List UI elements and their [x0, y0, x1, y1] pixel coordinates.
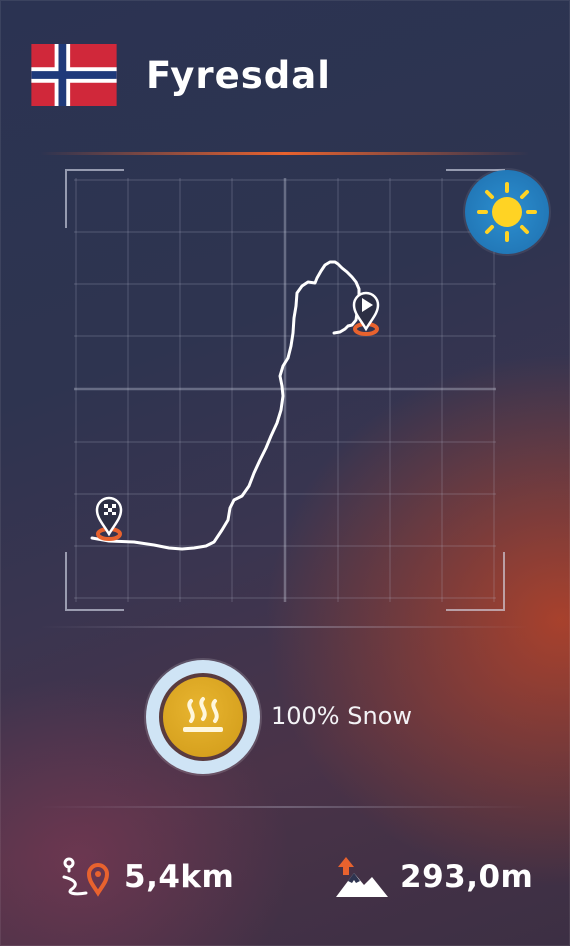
route-map [65, 169, 505, 611]
surface-label: 100% Snow [271, 702, 412, 730]
elevation-value: 293,0m [400, 859, 534, 895]
distance-value: 5,4km [124, 859, 235, 895]
route-start-marker[interactable] [95, 496, 123, 541]
track-header: Fyresdal [22, 44, 331, 106]
map-divider [40, 626, 530, 628]
map-axes [74, 178, 496, 602]
surface-badge [146, 660, 260, 774]
norway-flag-icon [31, 44, 117, 106]
elevation-stat: 293,0m [334, 852, 533, 902]
sun-icon [477, 182, 537, 242]
route-line [90, 260, 361, 551]
stats-divider [40, 806, 530, 808]
elevation-gain-icon [336, 857, 388, 897]
route-distance-icon [62, 857, 110, 897]
distance-stat: 5,4km [60, 852, 234, 902]
heat-waves-icon [183, 697, 223, 732]
route-end-marker[interactable] [352, 291, 380, 336]
weather-badge[interactable] [465, 170, 549, 254]
header-divider [40, 152, 530, 155]
surface-badge-inner [159, 673, 247, 761]
track-title: Fyresdal [146, 53, 331, 97]
